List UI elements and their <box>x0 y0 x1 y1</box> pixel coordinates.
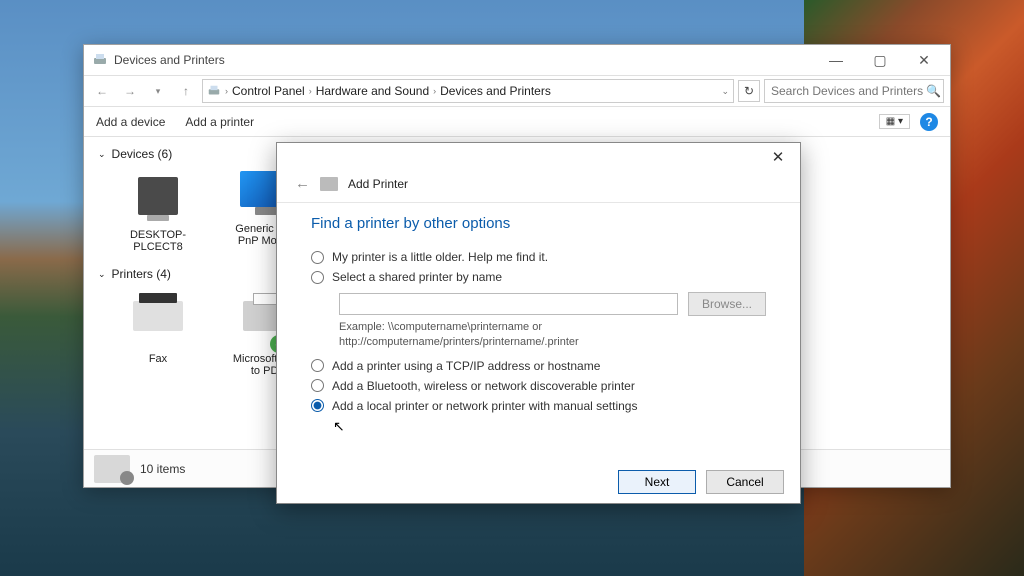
option-label: Select a shared printer by name <box>332 270 502 284</box>
section-label: Printers (4) <box>112 267 171 281</box>
search-input[interactable]: 🔍 <box>764 79 944 103</box>
option-bluetooth[interactable]: Add a Bluetooth, wireless or network dis… <box>311 379 766 393</box>
minimize-button[interactable]: — <box>814 46 858 74</box>
chevron-down-icon: ⌄ <box>98 149 106 160</box>
refresh-button[interactable]: ↻ <box>738 80 760 102</box>
search-icon: 🔍 <box>926 84 941 98</box>
chevron-right-icon: › <box>309 86 312 96</box>
breadcrumb[interactable]: › Control Panel › Hardware and Sound › D… <box>202 79 734 103</box>
history-dropdown[interactable]: ▾ <box>146 79 170 103</box>
dialog-heading: Find a printer by other options <box>311 215 766 232</box>
printer-icon <box>320 177 338 191</box>
browse-button[interactable]: Browse... <box>688 292 766 316</box>
chevron-right-icon: › <box>433 86 436 96</box>
back-button[interactable]: ← <box>90 79 114 103</box>
status-devices-icon <box>94 455 130 483</box>
option-tcpip[interactable]: Add a printer using a TCP/IP address or … <box>311 359 766 373</box>
titlebar: Devices and Printers — ▢ ✕ <box>84 45 950 75</box>
dialog-body: Find a printer by other options My print… <box>277 203 800 461</box>
toolbar: Add a device Add a printer ▦ ▾ ? <box>84 107 950 137</box>
chevron-right-icon: › <box>225 86 228 96</box>
close-button[interactable]: ✕ <box>902 46 946 74</box>
option-older-printer[interactable]: My printer is a little older. Help me fi… <box>311 250 766 264</box>
device-label: DESKTOP-PLCECT8 <box>118 229 198 253</box>
option-label: Add a local printer or network printer w… <box>332 399 637 413</box>
fax-icon <box>133 301 183 331</box>
option-label: My printer is a little older. Help me fi… <box>332 250 548 264</box>
dialog-back-button[interactable]: ← <box>295 175 310 192</box>
maximize-button[interactable]: ▢ <box>858 46 902 74</box>
radio-older[interactable] <box>311 251 324 264</box>
add-printer-dialog: ✕ ← Add Printer Find a printer by other … <box>276 142 801 504</box>
search-field[interactable] <box>771 84 926 98</box>
dialog-header: ← Add Printer <box>277 171 800 203</box>
view-options-button[interactable]: ▦ ▾ <box>879 114 910 129</box>
status-text: 10 items <box>140 462 185 476</box>
dialog-footer: Next Cancel <box>277 461 800 503</box>
window-title: Devices and Printers <box>114 53 225 67</box>
radio-tcpip[interactable] <box>311 359 324 372</box>
dialog-title: Add Printer <box>348 177 408 191</box>
breadcrumb-item[interactable]: Control Panel <box>232 84 305 98</box>
printer-item[interactable]: Fax <box>118 291 198 377</box>
breadcrumb-item[interactable]: Devices and Printers <box>440 84 551 98</box>
cancel-button[interactable]: Cancel <box>706 470 784 494</box>
option-local-printer[interactable]: Add a local printer or network printer w… <box>311 399 766 413</box>
add-printer-button[interactable]: Add a printer <box>185 115 254 129</box>
radio-bluetooth[interactable] <box>311 379 324 392</box>
desktop-pc-icon <box>138 177 178 215</box>
help-icon[interactable]: ? <box>920 113 938 131</box>
example-text: Example: \\computername\printername or h… <box>339 320 766 351</box>
device-item[interactable]: DESKTOP-PLCECT8 <box>118 171 198 253</box>
shared-printer-path-input[interactable] <box>339 293 678 315</box>
devices-printers-icon <box>92 52 108 68</box>
address-bar: ← → ▾ ↑ › Control Panel › Hardware and S… <box>84 75 950 107</box>
radio-local[interactable] <box>311 399 324 412</box>
breadcrumb-item[interactable]: Hardware and Sound <box>316 84 429 98</box>
next-button[interactable]: Next <box>618 470 696 494</box>
dialog-titlebar: ✕ <box>277 143 800 171</box>
chevron-down-icon: ⌄ <box>98 269 106 280</box>
dialog-close-button[interactable]: ✕ <box>762 146 794 168</box>
chevron-down-icon[interactable]: ⌄ <box>721 86 729 97</box>
option-label: Add a Bluetooth, wireless or network dis… <box>332 379 635 393</box>
forward-button[interactable]: → <box>118 79 142 103</box>
section-label: Devices (6) <box>112 147 173 161</box>
devices-printers-icon <box>207 84 221 98</box>
up-button[interactable]: ↑ <box>174 79 198 103</box>
option-label: Add a printer using a TCP/IP address or … <box>332 359 600 373</box>
option-shared-printer[interactable]: Select a shared printer by name <box>311 270 766 284</box>
radio-shared[interactable] <box>311 271 324 284</box>
add-device-button[interactable]: Add a device <box>96 115 165 129</box>
printer-label: Fax <box>118 353 198 365</box>
